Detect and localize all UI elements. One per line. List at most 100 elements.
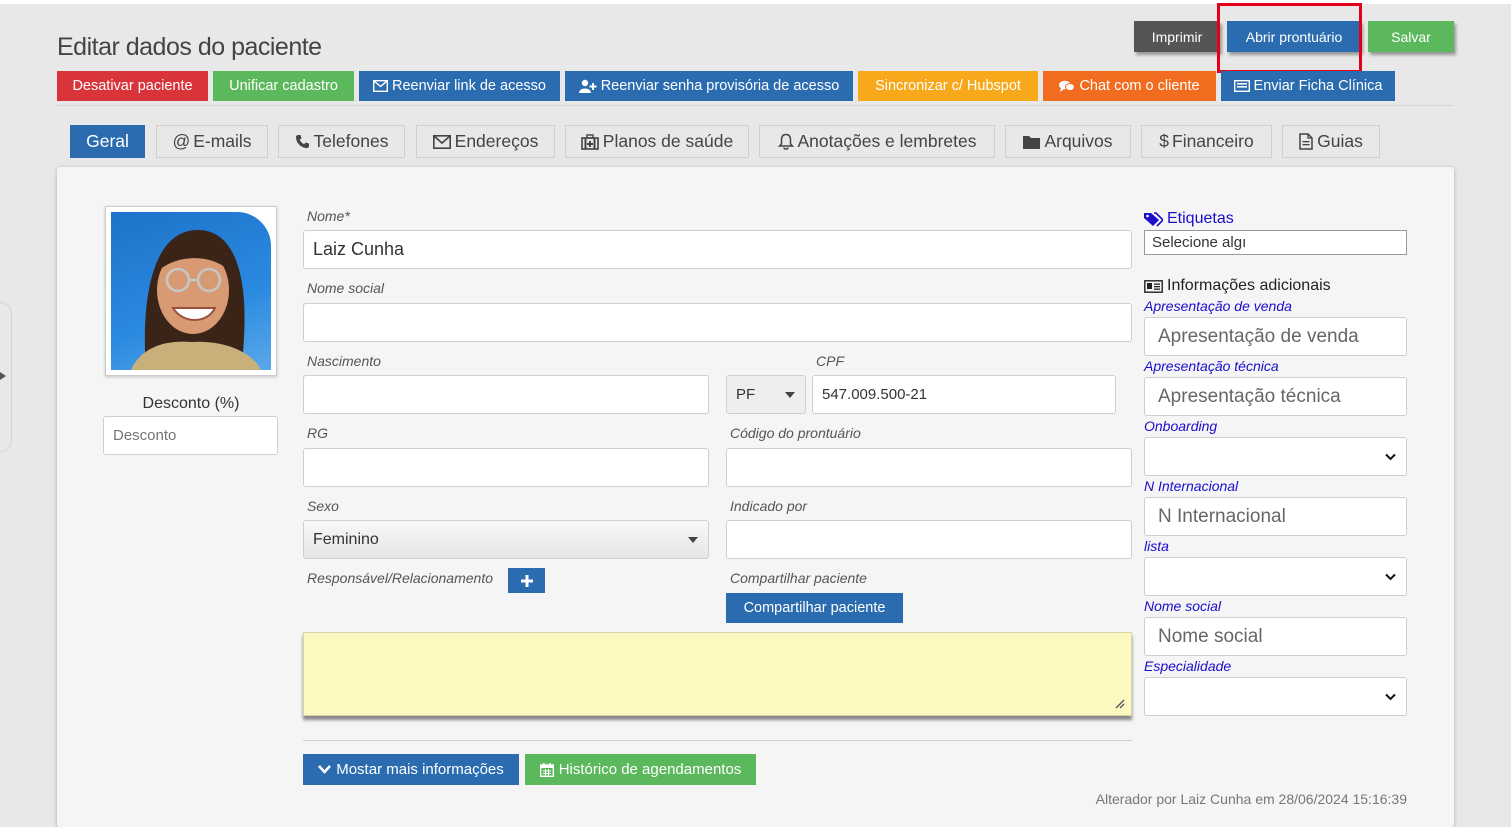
sync-hubspot-button[interactable]: Sincronizar c/ Hubspot xyxy=(858,71,1038,101)
tab-anotacoes[interactable]: Anotações e lembretes xyxy=(759,125,995,158)
chevron-down-icon xyxy=(1385,573,1396,580)
indicado-input[interactable] xyxy=(726,520,1132,559)
tab-label: Anotações e lembretes xyxy=(797,131,977,151)
tab-geral[interactable]: Geral xyxy=(70,125,145,158)
resend-link-label: Reenviar link de acesso xyxy=(392,78,546,94)
share-patient-button[interactable]: Compartilhar paciente xyxy=(726,593,903,623)
resize-handle-icon[interactable] xyxy=(1115,699,1125,709)
tab-enderecos[interactable]: Endereços xyxy=(416,125,555,158)
sexo-label: Sexo xyxy=(307,498,339,514)
rg-label: RG xyxy=(307,425,328,441)
bell-icon xyxy=(777,133,794,150)
folder-icon xyxy=(1023,135,1041,149)
caret-down-icon xyxy=(688,536,698,543)
tab-emails[interactable]: @ E-mails xyxy=(156,125,268,158)
patient-photo[interactable] xyxy=(105,206,277,376)
lista-select[interactable] xyxy=(1144,557,1407,596)
tab-guias[interactable]: Guias xyxy=(1282,125,1380,158)
notes-textarea[interactable] xyxy=(303,632,1132,716)
deactivate-patient-button[interactable]: Desativar paciente xyxy=(57,71,208,101)
nascimento-input[interactable] xyxy=(303,375,709,414)
onboarding-select[interactable] xyxy=(1144,437,1407,476)
tab-arquivos[interactable]: Arquivos xyxy=(1005,125,1131,158)
tab-telefones[interactable]: Telefones xyxy=(278,125,405,158)
doc-type-value: PF xyxy=(736,386,756,403)
deactivate-label: Desativar paciente xyxy=(72,78,193,94)
tags-select-input[interactable]: Selecione algı xyxy=(1144,230,1407,255)
apresentacao-tecnica-input[interactable]: Apresentação técnica xyxy=(1144,377,1407,416)
tab-label: Geral xyxy=(86,131,129,151)
nascimento-label: Nascimento xyxy=(307,353,381,369)
especialidade-select[interactable] xyxy=(1144,677,1407,716)
apresentacao-tecnica-label: Apresentação técnica xyxy=(1144,358,1279,374)
send-clinical-form-button[interactable]: Enviar Ficha Clínica xyxy=(1221,71,1395,101)
appointment-history-button[interactable]: Histórico de agendamentos xyxy=(525,754,756,785)
resend-link-button[interactable]: Reenviar link de acesso xyxy=(359,71,560,101)
medkit-icon xyxy=(580,133,599,150)
resend-password-button[interactable]: Reenviar senha provisória de acesso xyxy=(565,71,853,101)
phone-icon xyxy=(295,135,309,148)
responsavel-label: Responsável/Relacionamento xyxy=(307,570,493,586)
chevron-down-icon xyxy=(1385,693,1396,700)
nome-social-input[interactable] xyxy=(303,303,1132,342)
merge-record-button[interactable]: Unificar cadastro xyxy=(213,71,354,101)
onboarding-label: Onboarding xyxy=(1144,418,1218,434)
resend-password-label: Reenviar senha provisória de acesso xyxy=(600,78,840,94)
tab-label: Planos de saúde xyxy=(602,131,734,151)
nome-label: Nome* xyxy=(307,208,350,224)
chevron-down-icon xyxy=(318,765,332,774)
at-icon: @ xyxy=(172,131,191,151)
tab-planos-saude[interactable]: Planos de saúde xyxy=(565,125,749,158)
envelope-icon xyxy=(432,134,451,149)
chat-icon xyxy=(1059,80,1076,92)
tab-label: Endereços xyxy=(454,131,539,151)
rg-input[interactable] xyxy=(303,448,709,487)
codigo-prontuario-input[interactable] xyxy=(726,448,1132,487)
last-altered-text: Alterador por Laiz Cunha em 28/06/2024 1… xyxy=(1095,791,1407,807)
history-label: Histórico de agendamentos xyxy=(558,761,742,778)
tab-label: Financeiro xyxy=(1172,131,1254,151)
n-internacional-input[interactable]: N Internacional xyxy=(1144,497,1407,536)
user-plus-icon xyxy=(578,79,597,93)
additional-info-title: Informações adicionais xyxy=(1167,277,1331,294)
especialidade-label: Especialidade xyxy=(1144,658,1232,674)
apresentacao-venda-label: Apresentação de venda xyxy=(1144,298,1292,314)
chevron-right-icon[interactable] xyxy=(0,372,6,380)
cpf-label: CPF xyxy=(816,353,844,369)
more-info-button[interactable]: Mostar mais informações xyxy=(303,754,519,785)
plus-icon xyxy=(520,574,533,587)
discount-input[interactable] xyxy=(103,416,278,455)
nome-input[interactable]: Laiz Cunha xyxy=(303,230,1132,269)
save-button[interactable]: Salvar xyxy=(1368,21,1454,52)
envelope-icon xyxy=(373,80,389,92)
add-responsavel-button[interactable] xyxy=(508,568,545,593)
sync-hubspot-label: Sincronizar c/ Hubspot xyxy=(875,78,1021,94)
indicado-label: Indicado por xyxy=(730,498,808,514)
print-button[interactable]: Imprimir xyxy=(1134,21,1220,52)
highlight-box xyxy=(1217,3,1362,73)
tab-label: Telefones xyxy=(313,131,389,151)
page-title: Editar dados do paciente xyxy=(57,33,322,61)
merge-label: Unificar cadastro xyxy=(229,78,338,94)
apresentacao-venda-input[interactable]: Apresentação de venda xyxy=(1144,317,1407,356)
discount-label: Desconto (%) xyxy=(142,395,240,412)
caret-down-icon xyxy=(785,391,795,398)
tab-financeiro[interactable]: $ Financeiro xyxy=(1141,125,1272,158)
sexo-value: Feminino xyxy=(313,530,379,548)
tab-label: Guias xyxy=(1317,131,1363,151)
sexo-select[interactable]: Feminino xyxy=(303,520,709,559)
tags-label: Etiquetas xyxy=(1167,210,1234,227)
chevron-down-icon xyxy=(1385,453,1396,460)
doc-type-select[interactable]: PF xyxy=(726,375,806,414)
id-card-icon xyxy=(1144,279,1163,293)
tags-icon xyxy=(1144,211,1163,227)
chat-client-button[interactable]: Chat com o cliente xyxy=(1043,71,1216,101)
send-form-label: Enviar Ficha Clínica xyxy=(1253,78,1383,94)
compartilhar-label: Compartilhar paciente xyxy=(730,570,867,586)
nome-social-extra-input[interactable]: Nome social xyxy=(1144,617,1407,656)
tags-header: Etiquetas xyxy=(1144,210,1234,228)
cpf-input[interactable]: 547.009.500-21 xyxy=(812,375,1116,414)
form-divider xyxy=(303,740,1132,741)
calendar-icon xyxy=(539,762,554,777)
n-internacional-label: N Internacional xyxy=(1144,478,1239,494)
